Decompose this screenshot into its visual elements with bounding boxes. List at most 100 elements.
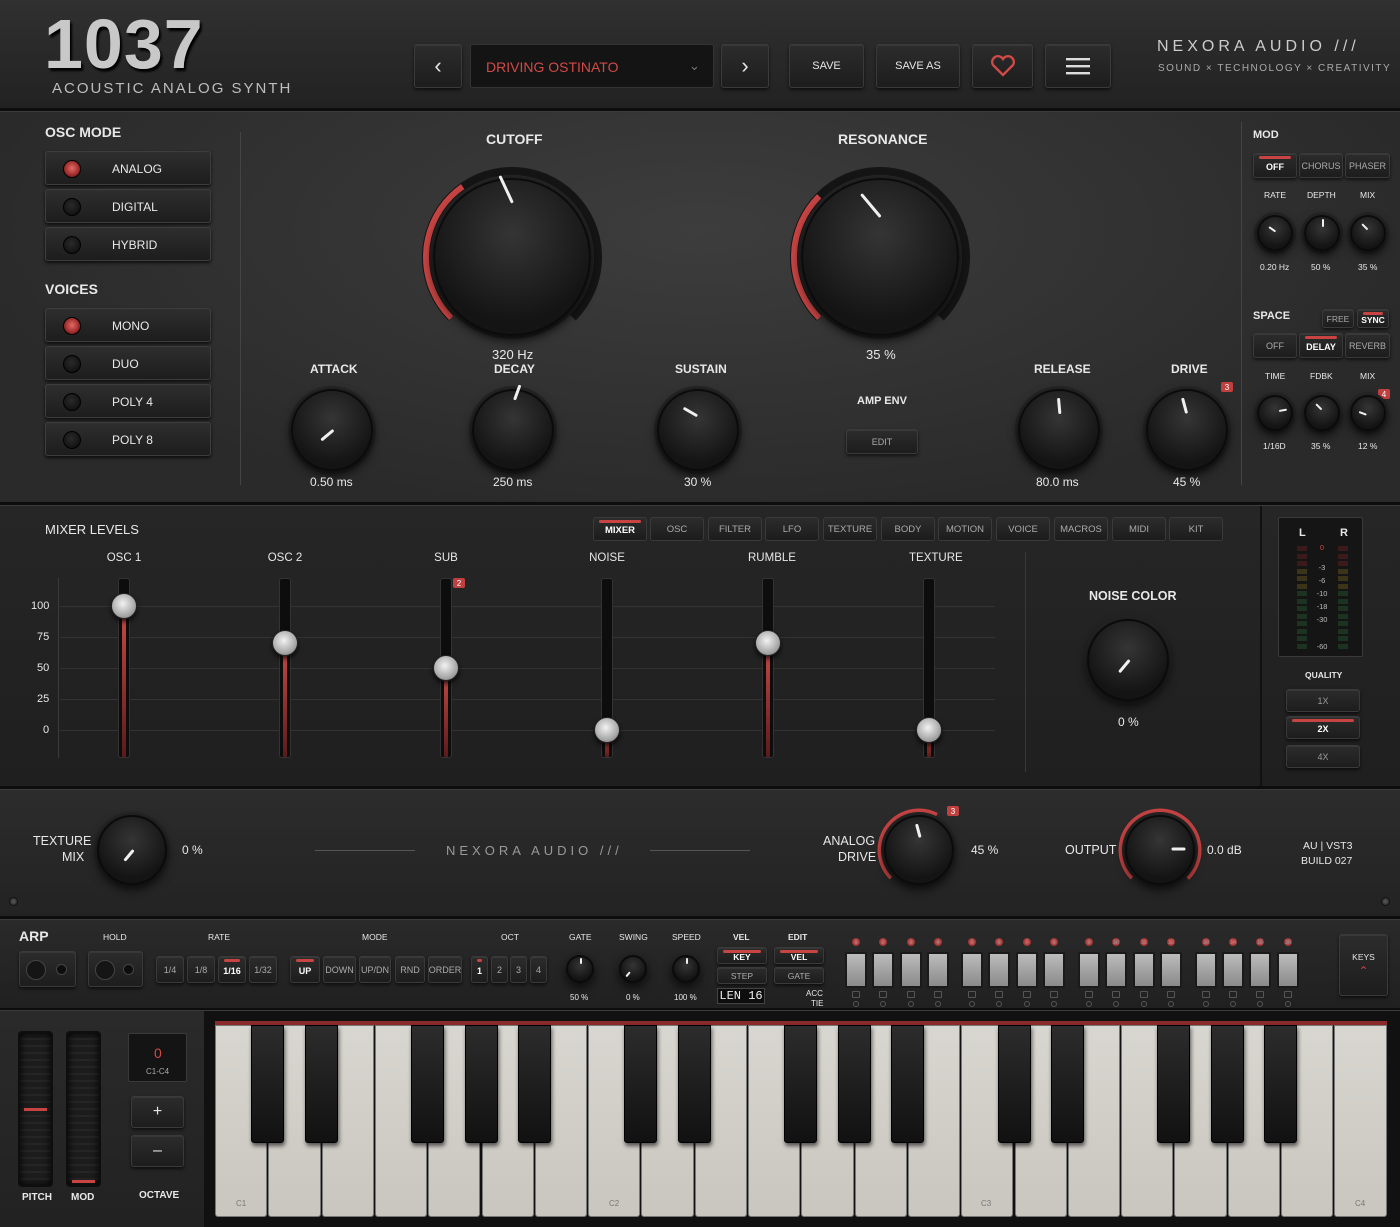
arp-speed-knob[interactable] bbox=[672, 955, 700, 983]
black-key[interactable] bbox=[624, 1025, 658, 1143]
arp-oct-1[interactable]: 1 bbox=[471, 956, 488, 983]
fader-track[interactable] bbox=[279, 578, 291, 758]
arp-gate-knob[interactable] bbox=[566, 955, 594, 983]
step-button[interactable] bbox=[1195, 952, 1217, 988]
step-accent-toggle[interactable] bbox=[1256, 991, 1264, 998]
arp-key-button[interactable]: KEY bbox=[717, 947, 767, 964]
black-key[interactable] bbox=[997, 1025, 1031, 1143]
black-key[interactable] bbox=[517, 1025, 551, 1143]
step-button[interactable] bbox=[1016, 952, 1038, 988]
arp-edit-gate-button[interactable]: GATE bbox=[774, 967, 824, 984]
arp-edit-vel-button[interactable]: VEL bbox=[774, 947, 824, 964]
arp-oct-4[interactable]: 4 bbox=[530, 956, 547, 983]
arp-rate-1-16[interactable]: 1/16 bbox=[218, 956, 246, 983]
step-button[interactable] bbox=[988, 952, 1010, 988]
step-tie-toggle[interactable] bbox=[935, 1001, 941, 1007]
step-tie-toggle[interactable] bbox=[880, 1001, 886, 1007]
step-tie-toggle[interactable] bbox=[1285, 1001, 1291, 1007]
black-key[interactable] bbox=[464, 1025, 498, 1143]
keys-toggle-button[interactable]: KEYS ⌃ bbox=[1339, 934, 1388, 996]
quality-4x-button[interactable]: 4X bbox=[1286, 745, 1360, 768]
quality-1x-button[interactable]: 1X bbox=[1286, 689, 1360, 712]
white-key[interactable] bbox=[1334, 1025, 1387, 1217]
step-accent-toggle[interactable] bbox=[995, 991, 1003, 998]
prev-preset-button[interactable]: ‹ bbox=[414, 44, 462, 88]
fader-handle[interactable] bbox=[111, 593, 137, 619]
step-button[interactable] bbox=[872, 952, 894, 988]
arp-step-button[interactable]: STEP bbox=[717, 967, 767, 984]
step-button[interactable] bbox=[1277, 952, 1299, 988]
step-button[interactable] bbox=[1160, 952, 1182, 988]
arp-rate-1-4[interactable]: 1/4 bbox=[156, 956, 184, 983]
step-button[interactable] bbox=[1249, 952, 1271, 988]
step-accent-toggle[interactable] bbox=[1202, 991, 1210, 998]
arp-oct-3[interactable]: 3 bbox=[510, 956, 527, 983]
arp-mode-down[interactable]: DOWN bbox=[323, 956, 356, 983]
fader-handle[interactable] bbox=[272, 630, 298, 657]
arp-rate-1-32[interactable]: 1/32 bbox=[249, 956, 277, 983]
black-key[interactable] bbox=[251, 1025, 285, 1143]
black-key[interactable] bbox=[1210, 1025, 1244, 1143]
tab-midi[interactable]: MIDI bbox=[1112, 517, 1166, 541]
pitch-wheel[interactable] bbox=[18, 1031, 53, 1187]
arp-hold-button[interactable] bbox=[88, 951, 143, 987]
black-key[interactable] bbox=[890, 1025, 924, 1143]
tab-osc[interactable]: OSC bbox=[650, 517, 704, 541]
step-tie-toggle[interactable] bbox=[1113, 1001, 1119, 1007]
step-tie-toggle[interactable] bbox=[969, 1001, 975, 1007]
tab-mixer[interactable]: MIXER bbox=[593, 517, 647, 541]
space-time-knob[interactable] bbox=[1257, 395, 1293, 431]
quality-2x-button[interactable]: 2X bbox=[1286, 716, 1360, 739]
arp-oct-2[interactable]: 2 bbox=[491, 956, 508, 983]
step-tie-toggle[interactable] bbox=[1168, 1001, 1174, 1007]
attack-knob[interactable] bbox=[291, 389, 373, 471]
menu-button[interactable] bbox=[1045, 44, 1111, 88]
mod-phaser-button[interactable]: PHASER bbox=[1345, 153, 1390, 178]
space-sync-button[interactable]: SYNC bbox=[1357, 309, 1389, 328]
favorite-button[interactable] bbox=[972, 44, 1033, 88]
tab-macros[interactable]: MACROS bbox=[1054, 517, 1108, 541]
step-button[interactable] bbox=[1043, 952, 1065, 988]
step-accent-toggle[interactable] bbox=[1085, 991, 1093, 998]
noise-color-knob[interactable] bbox=[1087, 619, 1169, 701]
fader-track[interactable] bbox=[762, 578, 774, 758]
space-free-button[interactable]: FREE bbox=[1322, 309, 1354, 328]
octave-down-button[interactable]: – bbox=[131, 1135, 184, 1167]
arp-mode-order[interactable]: ORDER bbox=[428, 956, 462, 983]
amp-env-edit-button[interactable]: EDIT bbox=[846, 429, 918, 454]
step-tie-toggle[interactable] bbox=[1203, 1001, 1209, 1007]
step-accent-toggle[interactable] bbox=[1112, 991, 1120, 998]
arp-length-display[interactable]: LEN 16 bbox=[717, 988, 765, 1004]
step-accent-toggle[interactable] bbox=[879, 991, 887, 998]
osc-mode-hybrid[interactable]: HYBRID bbox=[45, 227, 211, 261]
fader-handle[interactable] bbox=[755, 630, 781, 657]
step-accent-toggle[interactable] bbox=[968, 991, 976, 998]
black-key[interactable] bbox=[784, 1025, 818, 1143]
decay-knob[interactable] bbox=[472, 384, 554, 471]
step-tie-toggle[interactable] bbox=[1086, 1001, 1092, 1007]
save-as-button[interactable]: SAVE AS bbox=[876, 44, 960, 88]
fader-handle[interactable] bbox=[433, 655, 459, 681]
arp-mode-up[interactable]: UP bbox=[290, 956, 320, 983]
step-accent-toggle[interactable] bbox=[1229, 991, 1237, 998]
step-tie-toggle[interactable] bbox=[853, 1001, 859, 1007]
space-off-button[interactable]: OFF bbox=[1253, 333, 1297, 358]
step-button[interactable] bbox=[900, 952, 922, 988]
space-mix-knob[interactable] bbox=[1350, 395, 1386, 431]
mod-wheel[interactable] bbox=[66, 1031, 101, 1187]
tab-lfo[interactable]: LFO bbox=[765, 517, 819, 541]
drive-knob[interactable] bbox=[1146, 389, 1228, 471]
step-accent-toggle[interactable] bbox=[1050, 991, 1058, 998]
step-accent-toggle[interactable] bbox=[934, 991, 942, 998]
cutoff-knob[interactable] bbox=[433, 175, 591, 336]
analog-drive-knob[interactable] bbox=[884, 815, 954, 885]
fader-handle[interactable] bbox=[916, 717, 942, 743]
step-tie-toggle[interactable] bbox=[996, 1001, 1002, 1007]
step-accent-toggle[interactable] bbox=[1167, 991, 1175, 998]
tab-kit[interactable]: KIT bbox=[1169, 517, 1223, 541]
tab-body[interactable]: BODY bbox=[881, 517, 935, 541]
voices-poly4[interactable]: POLY 4 bbox=[45, 384, 211, 418]
octave-up-button[interactable]: + bbox=[131, 1096, 184, 1128]
arp-power-button[interactable] bbox=[19, 951, 76, 987]
texture-mix-knob[interactable] bbox=[97, 815, 167, 885]
